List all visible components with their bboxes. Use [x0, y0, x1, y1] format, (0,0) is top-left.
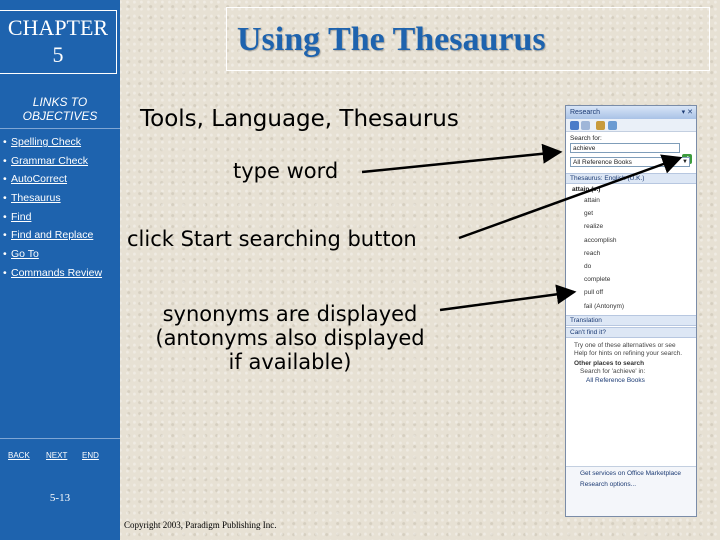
office-marketplace-link[interactable]: Get services on Office Marketplace	[566, 467, 696, 478]
help-text: Try one of these alternatives or see Hel…	[574, 341, 683, 357]
cant-find-header[interactable]: Can't find it?	[566, 326, 696, 338]
pane-footer: Get services on Office Marketplace Resea…	[566, 466, 696, 516]
nav-link[interactable]: Find and Replace	[11, 229, 93, 241]
nav-link[interactable]: Spelling Check	[11, 136, 81, 148]
nav-link[interactable]: Find	[11, 211, 31, 223]
synonym-item[interactable]: realize	[584, 220, 696, 233]
synonym-item[interactable]: attain	[584, 194, 696, 207]
synonym-item[interactable]: do	[584, 260, 696, 273]
thesaurus-results-header[interactable]: Thesaurus: English (U.K.)	[566, 173, 696, 184]
sidebar: CHAPTER 5 LINKS TO OBJECTIVES • Spelling …	[0, 0, 120, 540]
chapter-number: 5	[52, 42, 64, 67]
nav-item-find[interactable]: • Find	[3, 208, 119, 227]
synonym-item[interactable]: get	[584, 207, 696, 220]
synonym-item[interactable]: complete	[584, 273, 696, 286]
search-in-label: Search for 'achieve' in:	[580, 367, 646, 375]
nav-link[interactable]: Thesaurus	[11, 192, 61, 204]
nav-link[interactable]: Grammar Check	[11, 155, 88, 167]
synonym-item[interactable]: reach	[584, 247, 696, 260]
nav-item-spelling-check[interactable]: • Spelling Check	[3, 133, 119, 152]
step-syn-line: (antonyms also displayed	[155, 326, 425, 350]
slide-title: Using The Thesaurus	[226, 7, 710, 71]
nav-item-thesaurus[interactable]: • Thesaurus	[3, 189, 119, 208]
back-button[interactable]: BACK	[8, 450, 30, 462]
arrow-to-synonym-list	[439, 284, 577, 312]
nav-item-go-to[interactable]: • Go To	[3, 245, 119, 264]
main-entry[interactable]: attain (v.)	[566, 184, 696, 194]
synonym-list: attain get realize accomplish reach do c…	[566, 194, 696, 313]
research-pane: Research ▾ ✕ Search for: achieve ➜ All R…	[565, 105, 697, 517]
chapter-box: CHAPTER 5	[0, 10, 117, 74]
links-to-objectives[interactable]: LINKS TO OBJECTIVES	[0, 95, 120, 123]
research-pane-title: Research ▾ ✕	[566, 106, 696, 119]
copyright: Copyright 2003, Paradigm Publishing Inc.	[124, 520, 277, 530]
divider	[0, 438, 120, 439]
nav-item-autocorrect[interactable]: • AutoCorrect	[3, 170, 119, 189]
nav-link[interactable]: Commands Review	[11, 267, 102, 279]
other-places-label: Other places to search	[574, 359, 645, 367]
step-type-word: type word	[233, 159, 339, 183]
all-reference-books-link[interactable]: All Reference Books	[566, 376, 696, 385]
links-header-line2: OBJECTIVES	[22, 109, 98, 123]
nav-item-find-and-replace[interactable]: • Find and Replace	[3, 226, 119, 245]
step-click-start: click Start searching button	[127, 227, 417, 251]
objectives-nav: • Spelling Check • Grammar Check • AutoCorr…	[3, 133, 119, 283]
arrow-to-search-input	[361, 143, 563, 174]
nav-link[interactable]: Go To	[11, 248, 39, 260]
pane-toolbar	[566, 119, 696, 132]
menu-path-text: Tools, Language, Thesaurus	[140, 106, 459, 132]
back-arrow-icon[interactable]	[570, 121, 579, 130]
links-header-line1: LINKS TO	[32, 95, 88, 109]
reference-source-select[interactable]: All Reference Books ▼	[570, 157, 690, 167]
search-for-label: Search for:	[570, 135, 602, 142]
nav-item-grammar-check[interactable]: • Grammar Check	[3, 152, 119, 171]
forward-arrow-icon[interactable]	[581, 121, 590, 130]
step-syn-line: synonyms are displayed	[162, 302, 418, 326]
synonym-item[interactable]: pull off	[584, 286, 696, 299]
step-synonyms: synonyms are displayed (antonyms also di…	[135, 302, 445, 374]
synonym-item[interactable]: accomplish	[584, 234, 696, 247]
info-icon[interactable]	[608, 121, 617, 130]
translation-header[interactable]: Translation	[566, 314, 696, 326]
home-icon[interactable]	[596, 121, 605, 130]
next-button[interactable]: NEXT	[46, 450, 67, 462]
synonym-item[interactable]: fail (Antonym)	[584, 300, 696, 313]
chevron-down-icon: ▼	[682, 159, 688, 165]
close-icon[interactable]: ▾ ✕	[682, 106, 693, 119]
divider	[0, 128, 120, 129]
search-input[interactable]: achieve	[570, 143, 680, 153]
research-options-link[interactable]: Research options...	[566, 478, 696, 489]
step-syn-line: if available)	[228, 350, 352, 374]
chapter-label: CHAPTER	[7, 15, 109, 40]
slide-number: 5-13	[49, 492, 71, 504]
end-button[interactable]: END	[82, 450, 99, 462]
nav-link[interactable]: AutoCorrect	[11, 173, 67, 185]
nav-item-commands-review[interactable]: • Commands Review	[3, 264, 119, 283]
